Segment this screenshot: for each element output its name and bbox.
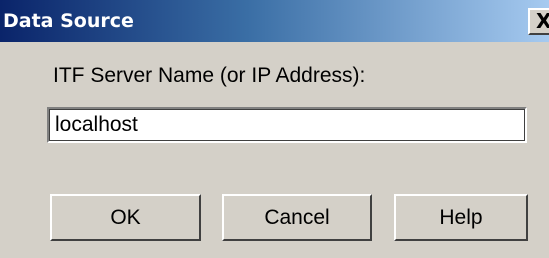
server-name-input[interactable] [47,107,527,143]
close-icon: X [536,9,549,33]
server-name-label: ITF Server Name (or IP Address): [53,64,366,87]
title-bar[interactable]: Data Source X [0,0,549,42]
close-button[interactable]: X [528,8,549,35]
window-title: Data Source [3,10,134,32]
cancel-button[interactable]: Cancel [222,194,372,241]
data-source-dialog: Data Source X ITF Server Name (or IP Add… [0,0,549,258]
ok-button[interactable]: OK [50,194,201,241]
help-button[interactable]: Help [394,194,528,241]
